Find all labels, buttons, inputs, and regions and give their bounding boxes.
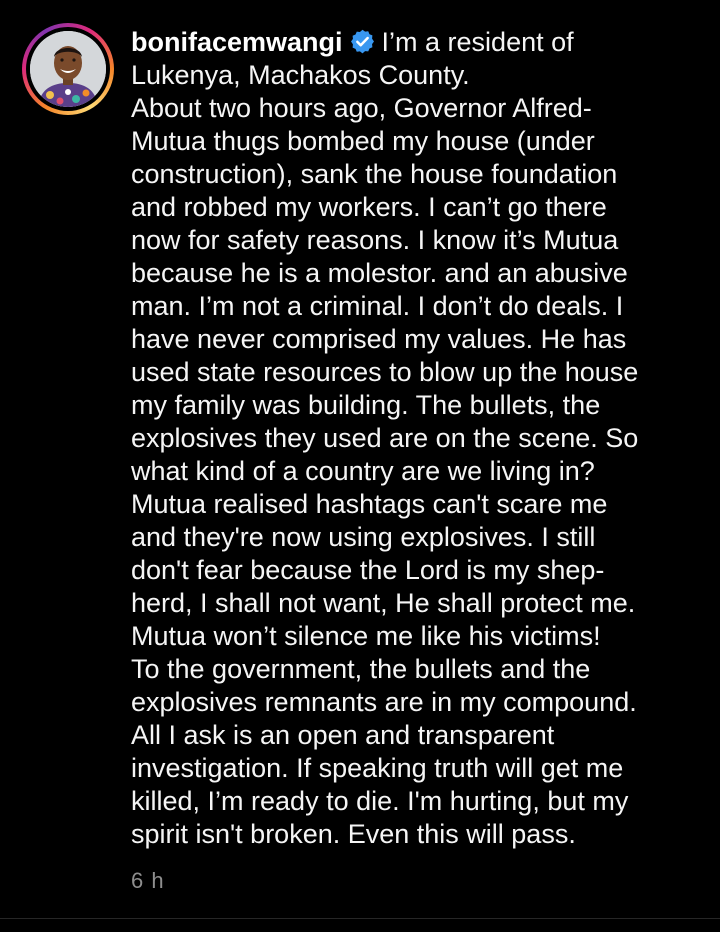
profile-avatar[interactable] [22,23,114,115]
post-caption: bonifacemwangi I’m a resident of Lukenya,… [131,26,711,851]
caption-line: used state resources to blow up the hous… [131,357,639,387]
caption-line: explosives they used are on the scene. S… [131,423,639,453]
caption-line: and robbed my workers. I can’t go there [131,192,607,222]
caption-line: investigation. If speaking truth will ge… [131,753,624,783]
avatar-image [30,31,106,107]
caption-line: All I ask is an open and transparent [131,720,555,750]
caption-line: Lukenya, Machakos County. [131,60,470,90]
caption-line: herd, I shall not want, He shall protect… [131,588,636,618]
username-link[interactable]: bonifacemwangi [131,27,343,57]
caption-line: construction), sank the house foundation [131,159,618,189]
caption-line: explosives remnants are in my compound. [131,687,637,717]
divider [0,918,720,919]
caption-line: now for safety reasons. I know it’s Mutu… [131,225,619,255]
caption-line: Mutua realised hashtags can't scare me [131,489,608,519]
caption-line: what kind of a country are we living in? [131,456,595,486]
caption-line: killed, I’m ready to die. I'm hurting, b… [131,786,629,816]
caption-first-line: bonifacemwangi I’m a resident of [131,26,711,59]
caption-line: Mutua won’t silence me like his victims! [131,621,601,651]
caption-line: Mutua thugs bombed my house (under [131,126,595,156]
caption-line: don't fear because the Lord is my shep- [131,555,605,585]
caption-text-start: I’m a resident of [381,27,574,57]
caption-line: spirit isn't broken. Even this will pass… [131,819,576,849]
caption-line: because he is a molestor. and an abusive [131,258,628,288]
verified-badge-icon [349,28,376,55]
caption-line: To the government, the bullets and the [131,654,591,684]
avatar-photo [30,31,106,107]
caption-line: have never comprised my values. He has [131,324,627,354]
caption-line: man. I’m not a criminal. I don’t do deal… [131,291,624,321]
caption-line: and they're now using explosives. I stil… [131,522,596,552]
post-timestamp: 6 h [131,868,165,893]
caption-line: my family was building. The bullets, the [131,390,601,420]
caption-line: About two hours ago, Governor Alfred- [131,93,592,123]
